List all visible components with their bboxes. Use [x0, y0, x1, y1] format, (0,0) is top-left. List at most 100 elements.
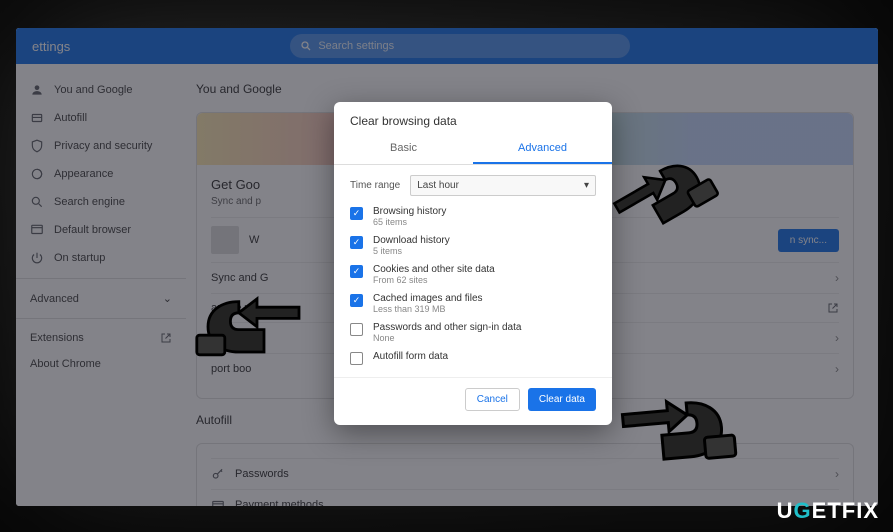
row-label: Passwords: [235, 468, 289, 480]
sidebar-extensions[interactable]: Extensions: [16, 325, 186, 351]
dialog-footer: Cancel Clear data: [334, 377, 612, 425]
checkbox-row: ✓ Browsing history65 items: [350, 206, 596, 227]
checkbox-label: Cookies and other site data: [373, 264, 596, 275]
divider: [16, 278, 186, 279]
settings-title: ettings: [32, 39, 70, 54]
sidebar-label: Privacy and security: [54, 140, 152, 152]
shield-icon: [30, 139, 44, 153]
checkbox[interactable]: ✓: [350, 236, 363, 249]
sidebar-label: You and Google: [54, 84, 133, 96]
dialog-tabs: Basic Advanced: [334, 134, 612, 165]
sync-and-label: Sync and G: [211, 272, 268, 284]
checkbox-row: ✓ Cached images and filesLess than 319 MB: [350, 293, 596, 314]
advanced-label: Advanced: [30, 293, 79, 305]
checkbox-label: Passwords and other sign-in data: [373, 322, 596, 333]
chevron-right-icon: ›: [835, 331, 839, 345]
sidebar-item-you-and-google[interactable]: You and Google: [16, 76, 186, 104]
autofill-icon: [30, 111, 44, 125]
cancel-button[interactable]: Cancel: [465, 388, 520, 411]
payment-row[interactable]: Payment methods›: [211, 489, 839, 506]
sidebar-label: Default browser: [54, 224, 131, 236]
checkbox-row: Autofill form data: [350, 351, 596, 365]
divider: [16, 318, 186, 319]
checkbox[interactable]: ✓: [350, 265, 363, 278]
external-link-icon: [827, 302, 839, 314]
avatar: [211, 226, 239, 254]
checkbox-label: Browsing history: [373, 206, 596, 217]
checkbox[interactable]: [350, 323, 363, 336]
row-label: Payment methods: [235, 499, 324, 506]
sidebar-item-autofill[interactable]: Autofill: [16, 104, 186, 132]
checkbox[interactable]: [350, 352, 363, 365]
watermark-u: U: [777, 498, 794, 523]
search-settings-input[interactable]: Search settings: [290, 34, 630, 58]
watermark-rest: ETFIX: [812, 498, 879, 523]
dialog-body: Time range Last hour ▾ ✓ Browsing history…: [334, 165, 612, 377]
checkbox-label: Cached images and files: [373, 293, 596, 304]
checkbox-text: Cookies and other site dataFrom 62 sites: [373, 264, 596, 285]
chevron-right-icon: ›: [835, 271, 839, 285]
checkmark-icon: ✓: [353, 209, 361, 218]
watermark-ugetfix: UGETFIX: [777, 498, 879, 524]
checkbox-text: Autofill form data: [373, 351, 596, 362]
tab-basic[interactable]: Basic: [334, 134, 473, 164]
checkmark-icon: ✓: [353, 267, 361, 276]
search-engine-icon: [30, 195, 44, 209]
dropdown-arrow-icon: ▾: [584, 180, 589, 191]
sidebar-label: Autofill: [54, 112, 87, 124]
time-range-select[interactable]: Last hour ▾: [410, 175, 596, 196]
checkbox-label: Download history: [373, 235, 596, 246]
clear-browsing-data-dialog: Clear browsing data Basic Advanced Time …: [334, 102, 612, 425]
checkbox[interactable]: ✓: [350, 294, 363, 307]
sidebar-item-on-startup[interactable]: On startup: [16, 244, 186, 272]
checkbox-row: ✓ Cookies and other site dataFrom 62 site…: [350, 264, 596, 285]
time-range-value: Last hour: [417, 180, 459, 191]
browser-icon: [30, 223, 44, 237]
checkbox-text: Passwords and other sign-in dataNone: [373, 322, 596, 343]
sidebar-item-appearance[interactable]: Appearance: [16, 160, 186, 188]
turn-on-sync-button[interactable]: n sync...: [778, 229, 839, 252]
sidebar-item-privacy[interactable]: Privacy and security: [16, 132, 186, 160]
checkbox-text: Browsing history65 items: [373, 206, 596, 227]
chevron-right-icon: ›: [835, 362, 839, 376]
tab-advanced[interactable]: Advanced: [473, 134, 612, 164]
sidebar-item-default-browser[interactable]: Default browser: [16, 216, 186, 244]
sidebar-about-chrome[interactable]: About Chrome: [16, 351, 186, 377]
checkmark-icon: ✓: [353, 296, 361, 305]
passwords-row[interactable]: Passwords›: [211, 458, 839, 489]
checkbox-text: Download history5 items: [373, 235, 596, 256]
clear-data-button[interactable]: Clear data: [528, 388, 596, 411]
sidebar-label: Appearance: [54, 168, 113, 180]
appearance-icon: [30, 167, 44, 181]
power-icon: [30, 251, 44, 265]
checkbox[interactable]: ✓: [350, 207, 363, 220]
chrome-name-label: hrome nar: [211, 332, 261, 344]
section-title-you-google: You and Google: [196, 82, 878, 96]
person-icon: [30, 83, 44, 97]
sync-row-label: W: [249, 234, 259, 246]
checkbox-sublabel: 65 items: [373, 217, 596, 227]
search-icon: [300, 40, 312, 52]
extensions-label: Extensions: [30, 332, 84, 344]
checkbox-sublabel: From 62 sites: [373, 275, 596, 285]
import-label: port boo: [211, 363, 251, 375]
checkbox-sublabel: None: [373, 333, 596, 343]
top-bar: ettings Search settings: [16, 28, 878, 64]
checkbox-label: Autofill form data: [373, 351, 596, 362]
time-range-label: Time range: [350, 180, 400, 191]
dialog-title: Clear browsing data: [334, 102, 612, 134]
external-link-icon: [160, 332, 172, 344]
checkbox-text: Cached images and filesLess than 319 MB: [373, 293, 596, 314]
time-range-row: Time range Last hour ▾: [350, 175, 596, 196]
checkbox-sublabel: 5 items: [373, 246, 596, 256]
sidebar-label: Search engine: [54, 196, 125, 208]
key-icon: [211, 467, 225, 481]
checkbox-row: Passwords and other sign-in dataNone: [350, 322, 596, 343]
sidebar-label: On startup: [54, 252, 105, 264]
sidebar-item-search-engine[interactable]: Search engine: [16, 188, 186, 216]
chevron-down-icon: ⌄: [163, 292, 172, 305]
sidebar-advanced-toggle[interactable]: Advanced ⌄: [16, 285, 186, 312]
autofill-card: Passwords› Payment methods› Addresses an…: [196, 443, 854, 506]
manage-label: anage yo: [211, 302, 256, 314]
search-placeholder: Search settings: [318, 40, 394, 52]
